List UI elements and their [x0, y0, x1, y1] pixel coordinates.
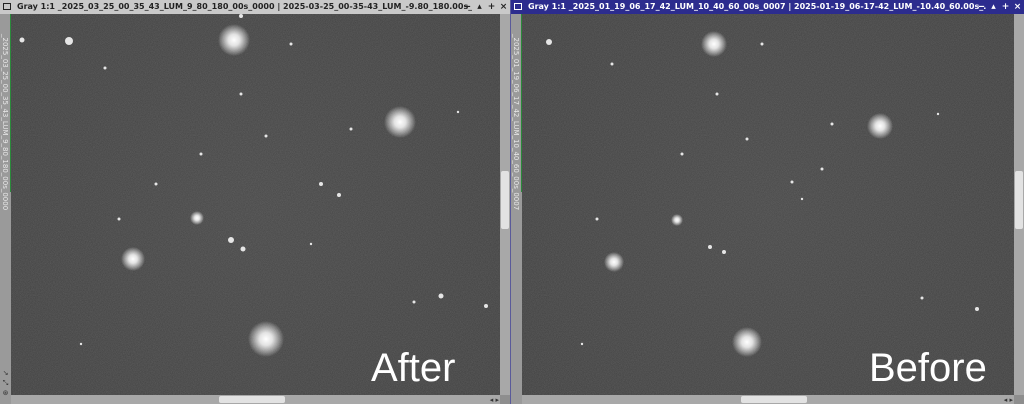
- star: [790, 180, 794, 184]
- window-titlebar[interactable]: Gray 1:1 _2025_03_25_00_35_43_LUM_9_80_1…: [0, 0, 510, 14]
- window-icon: [3, 3, 11, 10]
- window-icon: [514, 3, 522, 10]
- close-icon[interactable]: ×: [1013, 0, 1022, 14]
- star: [671, 214, 683, 226]
- star-field-image: [522, 14, 1014, 395]
- minimize-icon[interactable]: ‒: [463, 0, 472, 14]
- star: [65, 37, 73, 45]
- star: [722, 250, 726, 254]
- star: [228, 237, 234, 243]
- scroll-arrows[interactable]: ◂ ▸: [490, 396, 499, 404]
- close-icon[interactable]: ×: [499, 0, 508, 14]
- star: [745, 137, 749, 141]
- star: [484, 304, 488, 308]
- star: [264, 134, 268, 138]
- star: [199, 152, 203, 156]
- star: [337, 193, 341, 197]
- star: [936, 112, 940, 116]
- star: [103, 66, 107, 70]
- minimize-icon[interactable]: ‒: [977, 0, 986, 14]
- star: [800, 197, 804, 201]
- image-window-before[interactable]: Gray 1:1 _2025_01_19_06_17_42_LUM_10_40_…: [510, 0, 1024, 404]
- vertical-scroll-thumb[interactable]: [501, 171, 509, 229]
- star: [384, 106, 416, 138]
- window-titlebar[interactable]: Gray 1:1 _2025_01_19_06_17_42_LUM_10_40_…: [511, 0, 1024, 14]
- star: [349, 127, 353, 131]
- star: [412, 300, 416, 304]
- scroll-arrows[interactable]: ◂ ▸: [1004, 396, 1013, 404]
- image-window-after[interactable]: Gray 1:1 _2025_03_25_00_35_43_LUM_9_80_1…: [0, 0, 510, 404]
- star: [920, 296, 924, 300]
- image-viewport[interactable]: Before: [522, 14, 1014, 395]
- maximize-icon[interactable]: +: [1001, 0, 1010, 14]
- star: [239, 92, 243, 96]
- vertical-scrollbar[interactable]: [1014, 14, 1024, 395]
- star: [975, 307, 979, 311]
- star: [595, 217, 599, 221]
- maximize-icon[interactable]: +: [487, 0, 496, 14]
- star: [604, 252, 624, 272]
- vertical-scrollbar[interactable]: [500, 14, 510, 395]
- readout-tool-icon[interactable]: ⊛: [1, 388, 10, 398]
- image-viewport[interactable]: After: [11, 14, 500, 395]
- star: [240, 246, 246, 252]
- star-field-image: [11, 14, 500, 395]
- window-title: Gray 1:1 _2025_03_25_00_35_43_LUM_9_80_1…: [17, 2, 472, 11]
- image-id-label: _2025_03_25_00_35_43_LUM_9_80_180_00s_00…: [1, 34, 9, 211]
- star: [610, 62, 614, 66]
- star: [309, 242, 313, 246]
- horizontal-scroll-thumb[interactable]: [219, 396, 285, 403]
- window-title: Gray 1:1 _2025_01_19_06_17_42_LUM_10_40_…: [528, 2, 986, 11]
- star: [760, 42, 764, 46]
- star: [715, 92, 719, 96]
- star: [248, 321, 284, 357]
- star: [79, 342, 83, 346]
- horizontal-scrollbar[interactable]: ◂ ▸: [11, 395, 500, 404]
- star: [580, 342, 584, 346]
- star: [190, 211, 204, 225]
- image-id-label: _2025_01_19_06_17_42_LUM_10_40_60_00s_00…: [512, 34, 520, 211]
- star: [456, 110, 460, 114]
- star: [820, 167, 824, 171]
- zoom-tool-icon[interactable]: ⤡: [1, 378, 10, 388]
- horizontal-scroll-thumb[interactable]: [741, 396, 807, 403]
- star: [117, 217, 121, 221]
- star: [121, 247, 145, 271]
- star: [218, 24, 250, 56]
- star: [732, 327, 762, 357]
- caption-before: Before: [869, 346, 987, 390]
- star: [546, 39, 552, 45]
- horizontal-scrollbar[interactable]: ◂ ▸: [522, 395, 1014, 404]
- pan-tool-icon[interactable]: ↘: [1, 368, 10, 378]
- caption-after: After: [371, 346, 456, 390]
- star: [708, 245, 712, 249]
- star: [438, 293, 444, 299]
- star: [680, 152, 684, 156]
- vertical-scroll-thumb[interactable]: [1015, 171, 1023, 229]
- star: [867, 113, 893, 139]
- star: [830, 122, 834, 126]
- star: [289, 42, 293, 46]
- star: [319, 182, 323, 186]
- star: [239, 14, 243, 18]
- star: [154, 182, 158, 186]
- shade-icon[interactable]: ▴: [989, 0, 998, 14]
- star: [19, 37, 25, 43]
- shade-icon[interactable]: ▴: [475, 0, 484, 14]
- star: [701, 31, 727, 57]
